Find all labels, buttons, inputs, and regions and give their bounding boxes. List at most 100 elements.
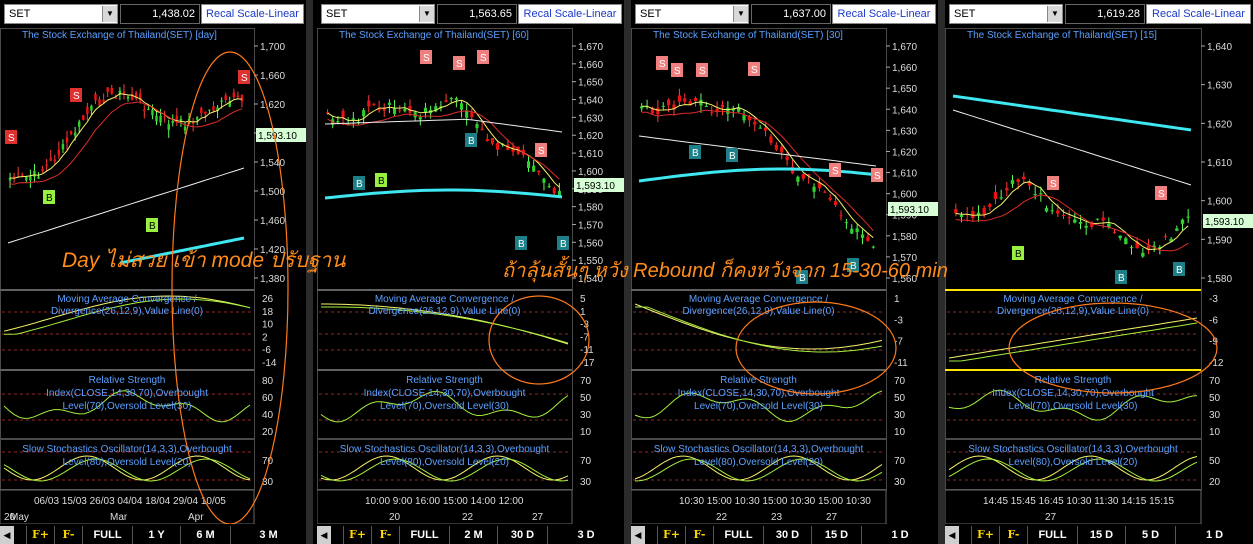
zoom-in-button[interactable]: F+: [343, 526, 371, 544]
stochastic-title: Slow Stochastics Oscillator(14,3,3),Over…: [968, 444, 1178, 455]
range-button[interactable]: 5 D: [1125, 526, 1175, 544]
recal-scale-button[interactable]: Recal Scale-Linear: [832, 4, 936, 24]
recal-scale-button[interactable]: Recal Scale-Linear: [1146, 4, 1251, 24]
candle-body: [208, 109, 211, 111]
symbol-input[interactable]: SET ▼: [321, 4, 435, 24]
sell-signal-letter: S: [480, 53, 487, 64]
scroll-left-icon[interactable]: ◀: [945, 526, 959, 544]
candle-body: [220, 100, 223, 102]
sell-signal-letter: S: [674, 66, 681, 77]
y-axis-label: 1,640: [892, 105, 917, 116]
range-button[interactable]: 15 D: [1077, 526, 1125, 544]
range-button[interactable]: 30 D: [497, 526, 547, 544]
rsi-title: Index(CLOSE,14,30,70),Overbought: [364, 388, 526, 399]
zoom-out-button[interactable]: F-: [999, 526, 1027, 544]
buy-signal-letter: B: [46, 193, 53, 204]
sell-signal-letter: S: [423, 53, 430, 64]
macd-title: Moving Average Convergence /: [689, 294, 829, 305]
scroll-left-icon[interactable]: ◀: [0, 526, 14, 544]
price-chart[interactable]: The Stock Exchange of Thailand(SET) [15]…: [945, 28, 1253, 524]
candle-body: [1180, 219, 1185, 224]
candle-body: [1078, 222, 1083, 224]
candle-body: [449, 98, 453, 100]
chevron-down-icon[interactable]: ▼: [733, 6, 748, 22]
range-button[interactable]: 3 D: [547, 526, 624, 544]
candle-body: [114, 97, 118, 99]
candle-body: [465, 110, 469, 118]
candle-body: [796, 176, 800, 182]
zoom-out-button[interactable]: F-: [371, 526, 399, 544]
macd-title: Divergence(26,12,9),Value Line(0): [51, 306, 203, 317]
range-button[interactable]: 15 D: [811, 526, 861, 544]
scroll-left-icon[interactable]: ◀: [317, 526, 331, 544]
range-button[interactable]: 1 Y: [132, 526, 180, 544]
candle-body: [240, 94, 244, 102]
candle-body: [224, 95, 227, 100]
panel-toolbar: SET ▼ 1,563.65 Recal Scale-Linear: [319, 4, 622, 26]
candle-body: [839, 215, 843, 217]
scroll-left-icon[interactable]: ◀: [631, 526, 645, 544]
y-axis-label: 1,610: [892, 169, 917, 180]
recal-scale-button[interactable]: Recal Scale-Linear: [518, 4, 622, 24]
candle-body: [49, 157, 52, 161]
buy-signal-letter: B: [468, 136, 475, 147]
stochastic-title: Slow Stochastics Oscillator(14,3,3),Over…: [22, 444, 232, 455]
candle-body: [496, 143, 500, 150]
candle-body: [387, 102, 391, 105]
candle-body: [988, 204, 992, 207]
price-display: 1,619.28: [1065, 4, 1145, 24]
zoom-in-button[interactable]: F+: [26, 526, 54, 544]
range-button[interactable]: 30 D: [763, 526, 811, 544]
candle-body: [704, 106, 708, 108]
candle-body: [90, 105, 93, 111]
sell-signal-letter: S: [1158, 189, 1165, 200]
chart-title: The Stock Exchange of Thailand(SET) [60]: [339, 30, 529, 41]
full-range-button[interactable]: FULL: [1027, 526, 1077, 544]
chevron-down-icon[interactable]: ▼: [419, 6, 434, 22]
full-range-button[interactable]: FULL: [82, 526, 132, 544]
full-range-button[interactable]: FULL: [713, 526, 763, 544]
moving-average-line: [327, 110, 560, 180]
candle-body: [341, 110, 345, 118]
sell-signal-letter: S: [699, 66, 706, 77]
macd-axis-label: -6: [262, 345, 271, 356]
zoom-out-button[interactable]: F-: [685, 526, 713, 544]
range-button[interactable]: 1 D: [861, 526, 938, 544]
candle-body: [801, 174, 805, 179]
macd-axis-label: -7: [580, 332, 589, 343]
candle-body: [1044, 208, 1049, 212]
candle-body: [110, 88, 113, 94]
candle-body: [151, 109, 154, 116]
zoom-in-button[interactable]: F+: [657, 526, 685, 544]
range-button[interactable]: 6 M: [180, 526, 230, 544]
zoom-out-button[interactable]: F-: [54, 526, 82, 544]
rsi-title: Level(70),Oversold Level(30): [1009, 401, 1138, 412]
range-button[interactable]: 3 M: [230, 526, 306, 544]
symbol-input[interactable]: SET ▼: [4, 4, 118, 24]
candle-body: [159, 115, 162, 123]
range-button[interactable]: 2 M: [449, 526, 497, 544]
candle-body: [526, 161, 531, 168]
full-range-button[interactable]: FULL: [399, 526, 449, 544]
buy-signal-letter: B: [518, 239, 525, 250]
candle-body: [1005, 187, 1009, 191]
chevron-down-icon[interactable]: ▼: [102, 6, 117, 22]
candle-body: [726, 107, 730, 114]
chart-title: The Stock Exchange of Thailand(SET) [30]: [653, 30, 843, 41]
candle-body: [1073, 219, 1077, 223]
range-button[interactable]: 1 D: [1175, 526, 1253, 544]
last-price-label: 1,593.10: [1205, 217, 1244, 228]
candle-body: [844, 222, 848, 224]
y-axis-label: 1,580: [892, 232, 917, 243]
recal-scale-button[interactable]: Recal Scale-Linear: [201, 4, 304, 24]
chevron-down-icon[interactable]: ▼: [1047, 6, 1062, 22]
symbol-input[interactable]: SET ▼: [949, 4, 1063, 24]
candle-body: [769, 136, 773, 143]
time-axis-period: 27: [826, 512, 838, 523]
symbol-input[interactable]: SET ▼: [635, 4, 749, 24]
rsi-axis-label: 50: [1209, 393, 1221, 404]
long-moving-average-line: [7, 167, 245, 244]
y-axis-label: 1,630: [892, 126, 917, 137]
zoom-in-button[interactable]: F+: [971, 526, 999, 544]
candle-body: [774, 144, 778, 150]
